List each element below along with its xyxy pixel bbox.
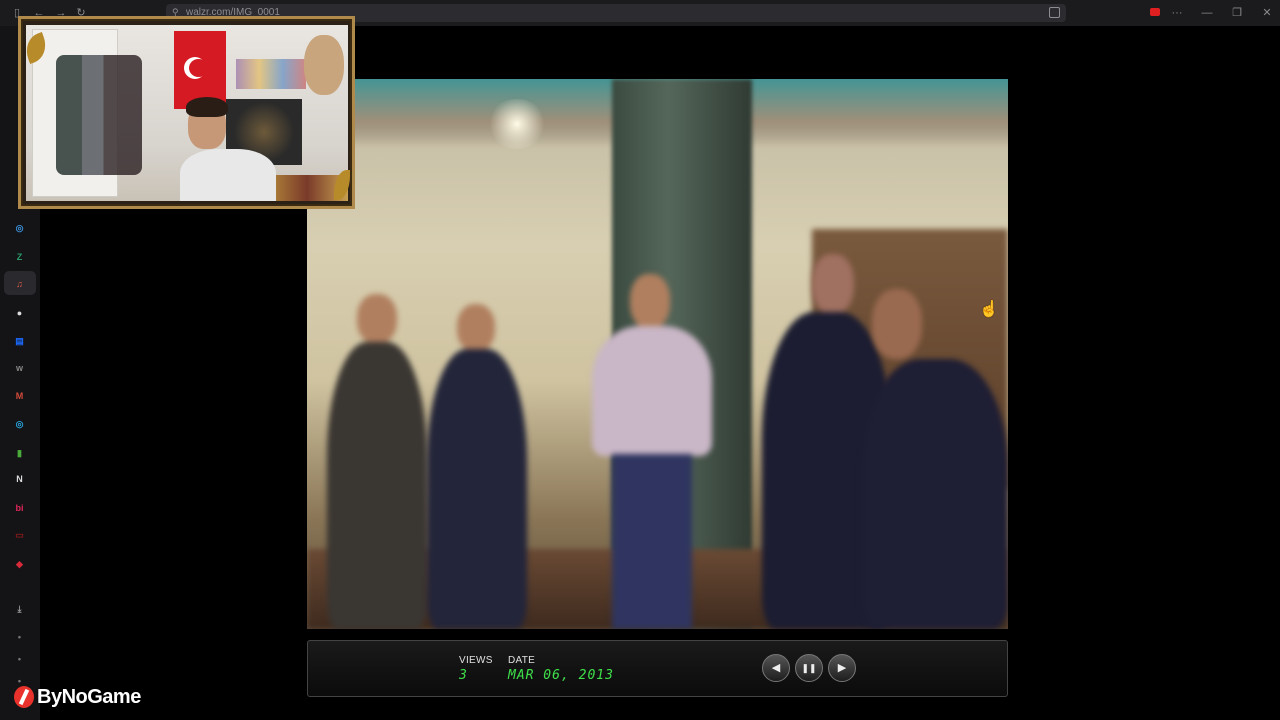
more-menu-icon[interactable]: ··· bbox=[1170, 6, 1184, 20]
photo-person bbox=[427, 304, 527, 629]
download-icon[interactable]: ⤓ bbox=[12, 602, 27, 617]
minimize-icon[interactable]: — bbox=[1200, 6, 1214, 20]
music-player-icon[interactable]: ♫ bbox=[12, 277, 27, 292]
restore-icon[interactable]: ❐ bbox=[1230, 6, 1244, 20]
terminal-icon[interactable]: ▤ bbox=[12, 334, 27, 349]
close-icon[interactable]: ✕ bbox=[1260, 6, 1274, 20]
webcam-bags bbox=[56, 55, 142, 175]
colorful-app-icon[interactable]: ◎ bbox=[12, 417, 27, 432]
streamer bbox=[180, 97, 276, 201]
more-dot-icon[interactable]: • bbox=[12, 652, 27, 667]
webcam-overlay bbox=[18, 16, 355, 209]
webcam-shelf bbox=[236, 59, 306, 89]
reader-mode-icon[interactable] bbox=[1049, 7, 1060, 18]
watermark-text: ByNoGame bbox=[37, 685, 141, 708]
date-value: MAR 06, 2013 bbox=[508, 668, 614, 683]
photo-ceiling-light bbox=[487, 99, 547, 149]
circle-app-icon[interactable]: ● bbox=[12, 306, 27, 321]
photo-info-bar: VIEWS 3 DATE MAR 06, 2013 ◀ ❚❚ ▶ bbox=[307, 640, 1008, 697]
webcam-plush-toy bbox=[304, 35, 344, 95]
photo-person bbox=[592, 274, 712, 629]
photo-person bbox=[327, 294, 427, 629]
bi-app-icon[interactable]: bi bbox=[12, 501, 27, 516]
screen: ▯ ← → ↻ ⚲ walzr.com/IMG_0001 ··· — ❐ ✕ ◎… bbox=[0, 0, 1280, 720]
next-button[interactable]: ▶ bbox=[828, 654, 856, 682]
gmail-icon[interactable]: M bbox=[12, 389, 27, 404]
previous-button[interactable]: ◀ bbox=[762, 654, 790, 682]
chatgpt-icon[interactable]: ◎ bbox=[12, 221, 27, 236]
notion-icon[interactable]: N bbox=[12, 472, 27, 487]
views-label: VIEWS bbox=[459, 655, 493, 666]
bynogame-logo-icon bbox=[14, 686, 34, 708]
webcam-feed bbox=[26, 25, 348, 201]
photo bbox=[307, 79, 1008, 629]
pause-button[interactable]: ❚❚ bbox=[795, 654, 823, 682]
red-app-icon[interactable]: ▭ bbox=[12, 528, 27, 543]
more-dot-icon[interactable]: • bbox=[12, 630, 27, 645]
channel-watermark: ByNoGame bbox=[14, 683, 141, 711]
date-label: DATE bbox=[508, 655, 536, 666]
hand-cursor-icon: ☝ bbox=[979, 301, 999, 318]
youtube-icon[interactable] bbox=[1150, 8, 1160, 16]
photo-person bbox=[862, 289, 1008, 629]
views-value: 3 bbox=[459, 668, 468, 683]
z-app-icon[interactable]: Z bbox=[12, 250, 27, 265]
green-app-icon[interactable]: ▮ bbox=[12, 446, 27, 461]
w-app-icon[interactable]: w bbox=[12, 361, 27, 376]
game-app-icon[interactable]: ◆ bbox=[12, 557, 27, 572]
